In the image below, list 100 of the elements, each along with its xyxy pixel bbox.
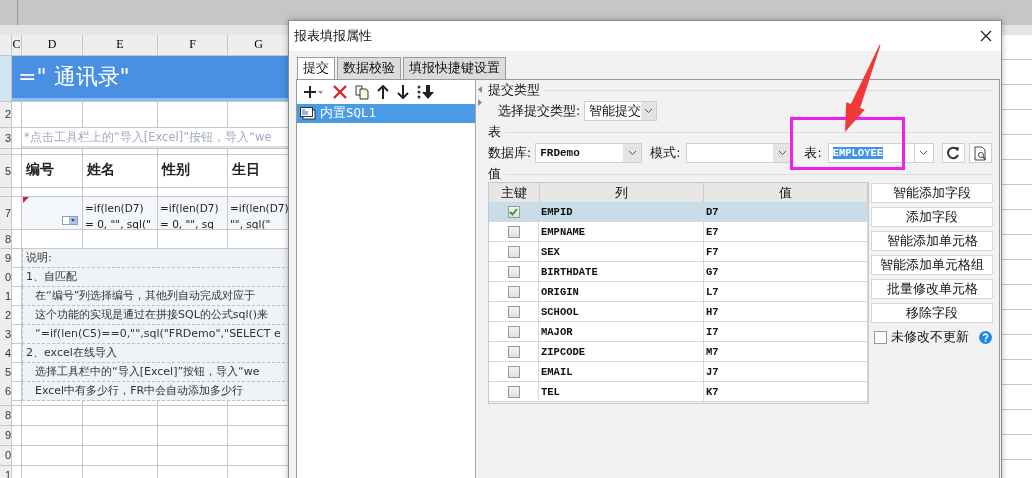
move-up-icon[interactable] [377, 85, 389, 99]
table-cell: TEL [539, 382, 704, 401]
dropdown-caret-icon[interactable] [644, 108, 654, 114]
dropdown-caret-icon[interactable] [777, 150, 787, 156]
note-text: 1、自匹配 [22, 268, 290, 287]
move-down-icon[interactable] [397, 85, 409, 99]
checkbox[interactable] [507, 205, 520, 218]
table-row[interactable]: SCHOOL H7 [489, 302, 868, 322]
table-row[interactable]: MAJOR I7 [489, 322, 868, 342]
table-cell: K7 [704, 382, 868, 401]
row-number: 0 [0, 268, 12, 287]
flag-icon [23, 197, 29, 203]
table-cell: ORIGIN [539, 282, 704, 301]
copy-icon[interactable] [355, 84, 369, 100]
checkbox[interactable] [874, 331, 887, 344]
checkbox[interactable] [507, 305, 520, 318]
database-dropdown[interactable]: FRDemo [535, 143, 643, 163]
table-cell: MAJOR [539, 322, 704, 341]
table-row[interactable]: ZIPCODE M7 [489, 342, 868, 362]
checkbox[interactable] [507, 365, 520, 378]
row-number: 2 [0, 102, 12, 127]
tab[interactable]: 填报快捷键设置 [403, 57, 506, 79]
action-button[interactable]: 批量修改单元格 [871, 279, 993, 299]
checkbox[interactable] [507, 245, 520, 258]
document-search-icon[interactable] [973, 145, 987, 161]
group-label: 提交类型 [488, 81, 540, 99]
action-button[interactable]: 智能添加单元格组 [871, 255, 993, 275]
dropdown-caret-icon[interactable] [919, 150, 929, 156]
table-cell: D7 [704, 202, 868, 221]
table-cell: F7 [704, 242, 868, 261]
action-button[interactable]: 智能添加字段 [871, 183, 993, 203]
row-number: 9 [0, 249, 12, 268]
refresh-button[interactable] [941, 143, 965, 163]
column-header: G [228, 35, 290, 55]
help-icon[interactable] [979, 331, 992, 344]
row-number: 5 [0, 155, 12, 187]
table-cell: ZIPCODE [539, 342, 704, 361]
row-number: 8 [0, 230, 12, 248]
table-row[interactable]: SEX F7 [489, 242, 868, 262]
group-label: 表 [488, 123, 501, 141]
table-row[interactable]: EMPID D7 [489, 202, 868, 222]
note-text: 说明: [22, 249, 290, 268]
add-icon[interactable] [303, 85, 325, 99]
delete-icon[interactable] [333, 85, 347, 99]
row-number: 8 [0, 406, 12, 425]
checkbox[interactable] [507, 345, 520, 358]
checkbox[interactable] [507, 325, 520, 338]
table-row[interactable]: BIRTHDATE G7 [489, 262, 868, 282]
dropdown-icon[interactable] [62, 216, 78, 225]
table-cell: EMPID [539, 202, 704, 221]
table-icon [300, 107, 316, 120]
note-text: 这个功能的实现是通过在拼接SQL的公式sql()来 [22, 306, 290, 325]
row-number: 3 [0, 325, 12, 344]
group-label: 值 [488, 165, 501, 183]
checkbox[interactable] [507, 225, 520, 238]
table-cell: BIRTHDATE [539, 262, 704, 281]
note-text: 在“编号”列选择编号，其他列自动完成对应于 [22, 287, 290, 306]
close-icon[interactable] [980, 30, 992, 42]
table-cell: E7 [704, 222, 868, 241]
field-label: 数据库: [488, 144, 532, 162]
preview-button[interactable] [968, 143, 992, 163]
checkbox[interactable] [507, 285, 520, 298]
row-number: 9 [0, 426, 12, 445]
table-cell: 编号 [22, 155, 83, 187]
table-row[interactable]: ORIGIN L7 [489, 282, 868, 302]
note-text: 选择工具栏中的“导入[Excel]”按钮，导入“we [22, 363, 290, 382]
table-cell: EMAIL [539, 362, 704, 381]
row-number: 4 [0, 344, 12, 363]
tab[interactable]: 提交 [297, 57, 335, 79]
row-number: 6 [0, 382, 12, 401]
table-cell: I7 [704, 322, 868, 341]
note-text: Excel中有多少行，FR中会自动添加多少行 [22, 382, 290, 401]
schema-dropdown[interactable] [686, 143, 793, 163]
check-icon [509, 207, 518, 216]
table-row[interactable]: EMAIL J7 [489, 362, 868, 382]
table-cell: L7 [704, 282, 868, 301]
table-cell: 性别 [158, 155, 228, 187]
action-button[interactable]: 添加字段 [871, 207, 993, 227]
table-row[interactable]: TEL K7 [489, 382, 868, 402]
tab[interactable]: 数据校验 [337, 57, 401, 79]
table-cell: SEX [539, 242, 704, 261]
checkbox[interactable] [507, 385, 520, 398]
submit-type-dropdown[interactable]: 智能提交 [584, 101, 658, 121]
table-row[interactable]: EMPNAME E7 [489, 222, 868, 242]
column-header: C [12, 35, 22, 55]
table-cell: 姓名 [83, 155, 158, 187]
column-header: F [158, 35, 228, 55]
action-button[interactable]: 智能添加单元格 [871, 231, 993, 251]
move-bottom-icon[interactable] [417, 84, 435, 100]
action-button[interactable]: 移除字段 [871, 303, 993, 323]
dropdown-caret-icon[interactable] [627, 150, 637, 156]
table-cell: M7 [704, 342, 868, 361]
table-cell: SCHOOL [539, 302, 704, 321]
checkbox[interactable] [507, 265, 520, 278]
row-number: 0 [0, 446, 12, 465]
corner-cell[interactable] [0, 35, 12, 55]
row-number: 7 [0, 197, 12, 229]
table-cell: H7 [704, 302, 868, 321]
refresh-icon[interactable] [946, 146, 961, 160]
field-label: 选择提交类型: [498, 102, 581, 120]
